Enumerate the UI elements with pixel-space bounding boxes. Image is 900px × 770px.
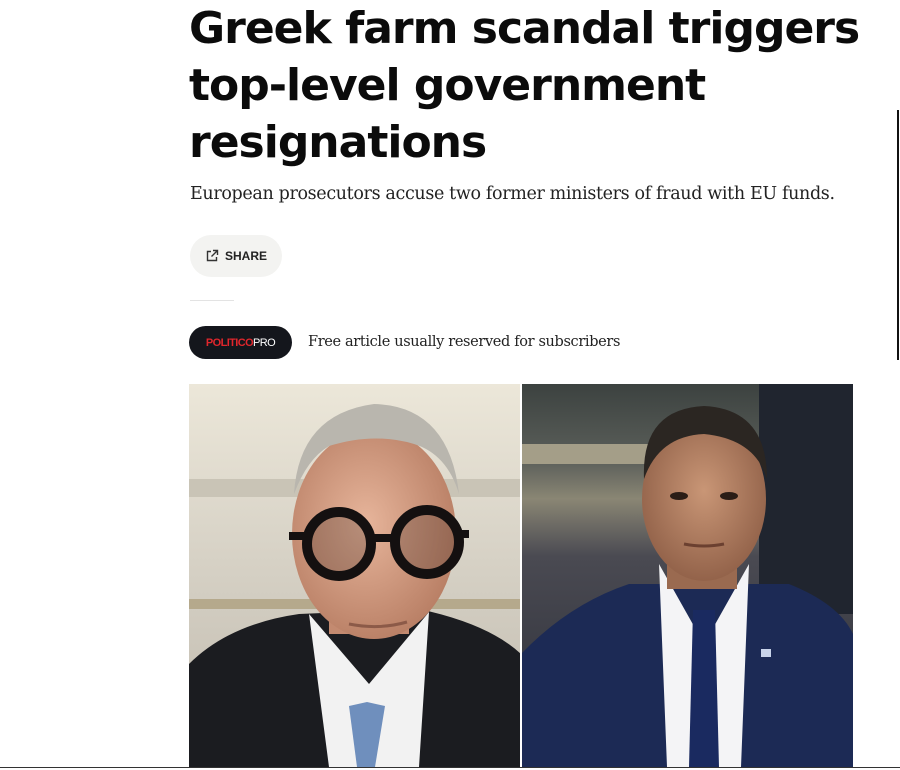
section-divider (190, 300, 234, 301)
external-share-icon (205, 249, 219, 263)
window-edge-line (897, 110, 899, 360)
article-photo (189, 384, 853, 767)
share-label: SHARE (224, 249, 267, 263)
share-button[interactable]: SHARE (190, 235, 282, 277)
bottom-border (0, 767, 900, 768)
free-article-note: Free article usually reserved for subscr… (308, 334, 621, 350)
article-subheadline: European prosecutors accuse two former m… (190, 184, 835, 204)
politico-pro-badge[interactable]: POLITICO PRO (189, 326, 292, 359)
badge-brand: POLITICO (205, 336, 254, 349)
badge-tier: PRO (253, 336, 276, 349)
article-headline: Greek farm scandal triggers top-level go… (189, 3, 860, 168)
